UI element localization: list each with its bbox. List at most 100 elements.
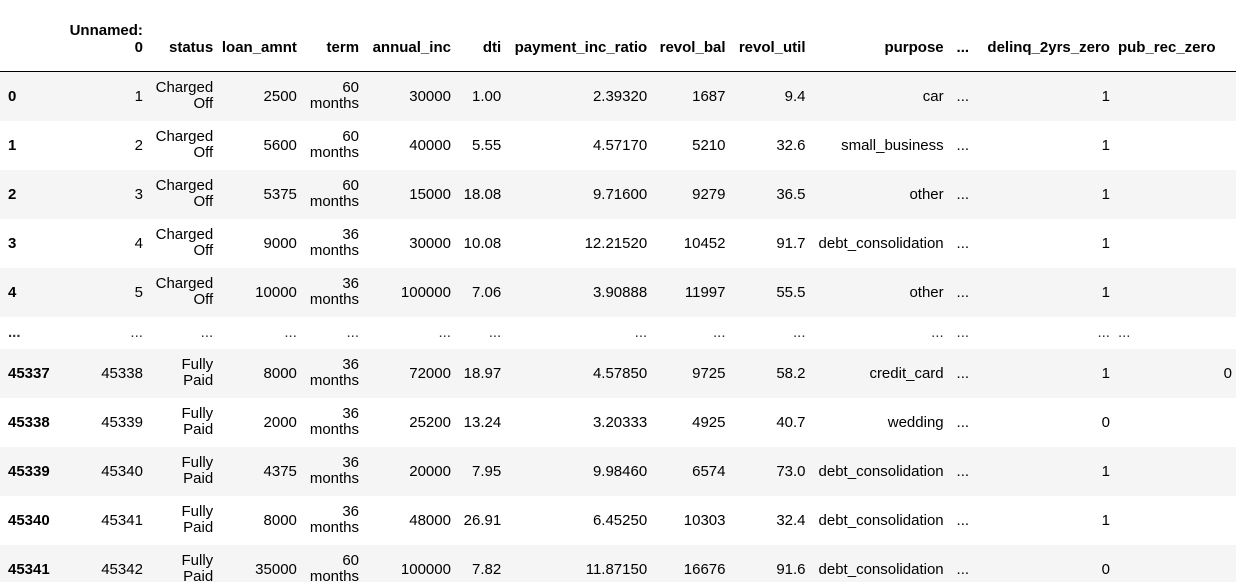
column-header-payment-inc-ratio: payment_inc_ratio <box>505 0 652 72</box>
cell-payment-inc-ratio: 6.45250 <box>592 511 648 529</box>
cell-revol-util: ... <box>793 324 806 341</box>
cell-dti: 7.82 <box>472 560 502 578</box>
cell-status: Fully Paid <box>181 356 214 389</box>
table-header: Unnamed: 0 status loan_amnt term annual_… <box>0 0 1236 72</box>
cell-dti: 7.95 <box>472 462 502 480</box>
cell-revol-util: 32.4 <box>776 511 806 529</box>
cell-loan-amnt: 35000 <box>255 560 297 578</box>
table-row: 45338 45339 Fully Paid 2000 36 months 25… <box>0 397 1236 447</box>
cell-term: 36 months <box>309 275 360 308</box>
column-header-pub-rec-zero: pub_rec_zero <box>1113 0 1236 72</box>
cell-payment-inc-ratio: 4.57850 <box>592 364 648 382</box>
column-header-annual-inc: annual_inc <box>363 0 455 72</box>
cell-revol-util: 40.7 <box>776 413 806 431</box>
row-index: 45341 <box>8 560 50 578</box>
cell-revol-bal: 10303 <box>683 511 726 529</box>
cell-revol-util: 58.2 <box>776 364 806 382</box>
cell-status: ... <box>200 324 214 341</box>
cell-annual-inc: ... <box>438 324 451 341</box>
cell-purpose: other <box>909 283 944 301</box>
cell-unnamed: 45339 <box>101 413 143 431</box>
cell-annual-inc: 48000 <box>409 511 451 529</box>
cell-revol-util: 32.6 <box>776 136 806 154</box>
cell-unnamed: 2 <box>134 136 143 154</box>
cell-payment-inc-ratio: 2.39320 <box>592 87 648 105</box>
cell-revol-bal: 4925 <box>692 413 726 431</box>
cell-ellipsis: ... <box>956 560 970 578</box>
cell-ellipsis: ... <box>956 364 970 382</box>
cell-pub-rec-zero <box>1114 170 1236 219</box>
cell-annual-inc: 40000 <box>409 136 451 154</box>
cell-unnamed: 45341 <box>101 511 143 529</box>
cell-payment-inc-ratio: 12.21520 <box>584 234 648 252</box>
cell-loan-amnt: 2000 <box>263 413 297 431</box>
column-header-ellipsis: ... <box>947 0 978 72</box>
cell-payment-inc-ratio: 4.57170 <box>592 136 648 154</box>
cell-pub-rec-zero <box>1114 121 1236 170</box>
ellipsis-row: ... ... ... ... ... ... ... ... ... ... … <box>0 316 1236 349</box>
cell-revol-util: 91.6 <box>776 560 806 578</box>
row-index: 45338 <box>8 413 50 431</box>
cell-ellipsis: ... <box>956 413 970 431</box>
cell-term: 36 months <box>309 356 360 389</box>
cell-payment-inc-ratio: 9.98460 <box>592 462 648 480</box>
cell-term: 36 months <box>309 454 360 487</box>
cell-status: Charged Off <box>155 275 214 308</box>
cell-annual-inc: 30000 <box>409 87 451 105</box>
table-row: 3 4 Charged Off 9000 36 months 30000 10.… <box>0 218 1236 268</box>
cell-revol-bal: 6574 <box>692 462 726 480</box>
cell-loan-amnt: 9000 <box>263 234 297 252</box>
cell-ellipsis: ... <box>956 283 970 301</box>
cell-term: 36 months <box>309 226 360 259</box>
cell-ellipsis: ... <box>956 511 970 529</box>
cell-dti: 13.24 <box>463 413 502 431</box>
cell-dti: 7.06 <box>472 283 502 301</box>
column-header-loan-amnt: loan_amnt <box>217 0 301 72</box>
cell-term: 60 months <box>309 128 360 161</box>
cell-status: Charged Off <box>155 177 214 210</box>
cell-status: Fully Paid <box>181 454 214 487</box>
cell-delinq-2yrs-zero: 1 <box>1101 185 1110 203</box>
column-header-status: status <box>146 0 218 72</box>
cell-loan-amnt: 4375 <box>263 462 297 480</box>
cell-delinq-2yrs-zero: 1 <box>1101 462 1110 480</box>
row-index: 1 <box>8 136 17 154</box>
cell-purpose: ... <box>931 324 944 341</box>
cell-dti: ... <box>488 324 502 341</box>
row-index: 2 <box>8 185 17 203</box>
cell-revol-bal: 10452 <box>683 234 726 252</box>
cell-revol-bal: ... <box>712 324 726 341</box>
cell-revol-bal: 11997 <box>684 283 726 301</box>
column-header-dti: dti <box>454 0 506 72</box>
cell-status: Fully Paid <box>181 503 214 536</box>
table-row: 45340 45341 Fully Paid 8000 36 months 48… <box>0 495 1236 545</box>
cell-annual-inc: 15000 <box>409 185 451 203</box>
column-header-term: term <box>300 0 364 72</box>
cell-unnamed: 1 <box>134 87 143 105</box>
cell-delinq-2yrs-zero: 1 <box>1101 511 1110 529</box>
cell-term: 36 months <box>309 503 360 536</box>
cell-payment-inc-ratio: ... <box>634 324 648 341</box>
cell-unnamed: 3 <box>134 185 143 203</box>
cell-delinq-2yrs-zero: 0 <box>1101 413 1110 431</box>
cell-purpose: small_business <box>841 136 944 154</box>
cell-dti: 18.08 <box>463 185 502 203</box>
cell-dti: 10.08 <box>463 234 502 252</box>
cell-purpose: wedding <box>887 413 944 431</box>
cell-delinq-2yrs-zero: 1 <box>1101 364 1110 382</box>
cell-dti: 18.97 <box>463 364 502 382</box>
cell-dti: 5.55 <box>472 136 502 154</box>
cell-purpose: debt_consolidation <box>818 462 944 480</box>
cell-annual-inc: 30000 <box>409 234 451 252</box>
cell-dti: 26.91 <box>463 511 502 529</box>
cell-revol-util: 55.5 <box>776 283 806 301</box>
cell-dti: 1.00 <box>472 87 502 105</box>
cell-purpose: debt_consolidation <box>818 560 944 578</box>
cell-status: Charged Off <box>155 226 214 259</box>
row-index: 45340 <box>8 511 50 529</box>
cell-unnamed: 5 <box>134 283 143 301</box>
cell-revol-util: 91.7 <box>776 234 806 252</box>
cell-pub-rec-zero <box>1114 545 1236 582</box>
cell-term: 36 months <box>309 405 360 438</box>
cell-unnamed: 4 <box>134 234 143 252</box>
